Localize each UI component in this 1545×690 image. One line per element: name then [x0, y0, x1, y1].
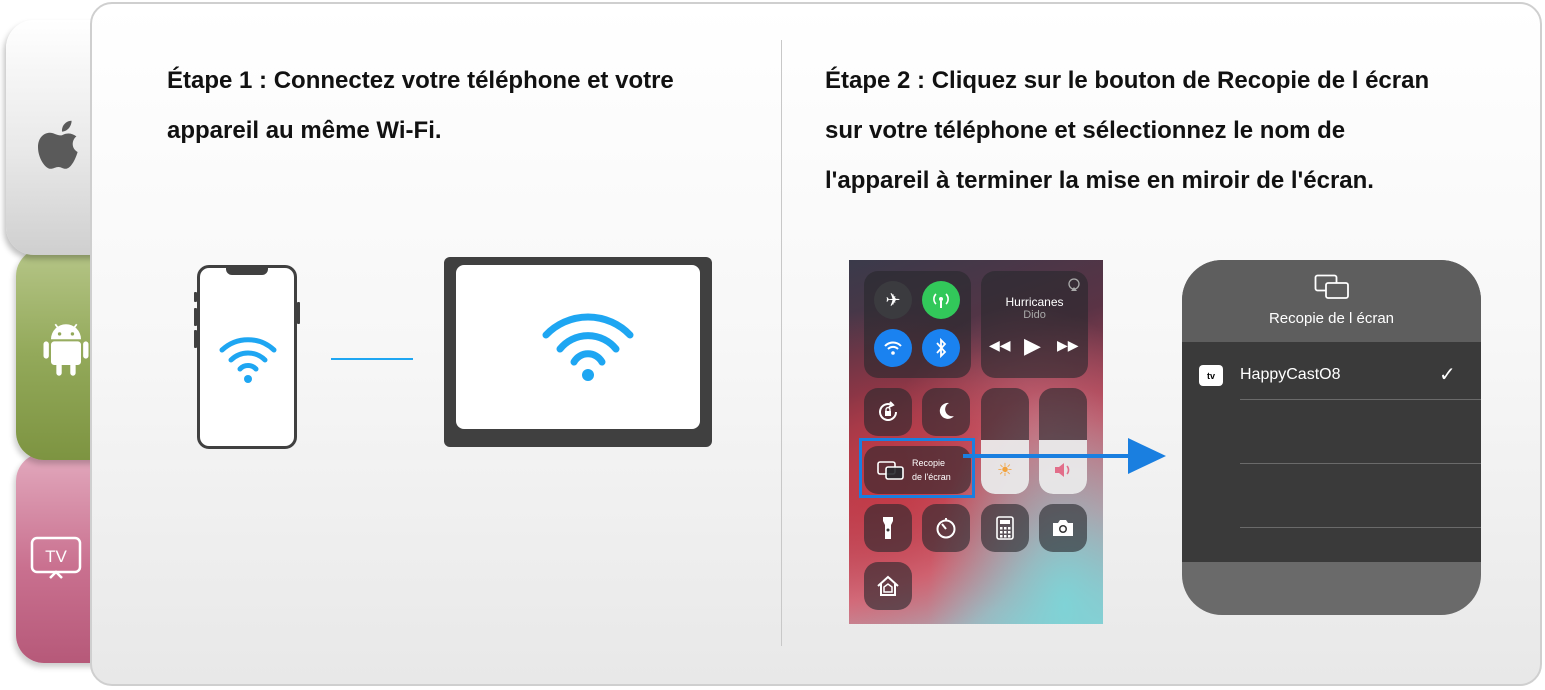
airplane-mode-icon[interactable]: ✈: [874, 281, 912, 319]
song-title: Hurricanes: [1005, 295, 1064, 309]
connection-line: [331, 358, 413, 360]
fast-forward-icon[interactable]: ▶▶: [1057, 337, 1079, 354]
home-icon: [877, 575, 899, 596]
phone-side-button: [194, 292, 197, 302]
tv-icon-label: TV: [45, 547, 67, 566]
song-artist: Dido: [1023, 309, 1046, 321]
volume-slider[interactable]: [1039, 388, 1087, 494]
device-row-happycast[interactable]: tv HappyCastO8 ✓: [1182, 342, 1481, 400]
column-divider: [781, 40, 782, 646]
step1-line2: appareil au même Wi-Fi.: [167, 117, 442, 144]
rotation-lock-button[interactable]: [864, 388, 912, 436]
list-separator: [1240, 527, 1481, 528]
tv-icon: TV: [30, 536, 82, 579]
moon-icon: [939, 402, 954, 419]
sun-icon: ☀: [996, 460, 1014, 480]
camera-button[interactable]: [1039, 504, 1087, 552]
camera-icon: [1053, 520, 1073, 536]
device-list: tv HappyCastO8 ✓: [1182, 342, 1481, 562]
timer-icon: [936, 518, 956, 539]
phone-side-button: [297, 302, 300, 324]
home-button[interactable]: [864, 562, 912, 610]
dialog-header: Recopie de l écran: [1182, 260, 1481, 342]
rotation-lock-icon: [879, 401, 897, 421]
do-not-disturb-button[interactable]: [922, 388, 970, 436]
screen-mirroring-highlight: [859, 438, 975, 498]
step1-line1: Étape 1 : Connectez votre téléphone et v…: [167, 67, 674, 94]
rewind-icon[interactable]: ◀◀: [989, 337, 1011, 354]
dialog-title: Recopie de l écran: [1268, 310, 1395, 327]
arrow-right-icon: [1128, 438, 1166, 474]
arrow-line: [963, 454, 1135, 458]
play-icon[interactable]: ▶: [1024, 333, 1041, 359]
tablet-illustration: [444, 257, 712, 447]
tablet-screen: [456, 265, 700, 429]
timer-button[interactable]: [922, 504, 970, 552]
step2-line2: sur votre téléphone et sélectionnez le n…: [825, 117, 1346, 144]
wifi-toggle-icon[interactable]: [874, 329, 912, 367]
phone-side-button: [194, 308, 197, 326]
empty-device-row: [1182, 464, 1481, 527]
screen-mirroring-icon: [1314, 274, 1349, 299]
flashlight-icon: [883, 517, 893, 539]
phone-illustration: [194, 265, 300, 449]
calculator-button[interactable]: [981, 504, 1029, 552]
flashlight-button[interactable]: [864, 504, 912, 552]
device-name: HappyCastO8: [1240, 366, 1341, 383]
bluetooth-icon[interactable]: [922, 329, 960, 367]
wifi-icon: [542, 313, 634, 381]
empty-device-row: [1182, 400, 1481, 463]
step2-instructions: Étape 2 : Cliquez sur le bouton de Recop…: [825, 56, 1530, 206]
checkmark-icon: ✓: [1439, 364, 1456, 386]
phone-notch: [226, 267, 268, 275]
brightness-slider[interactable]: ☀: [981, 388, 1029, 494]
music-module: Hurricanes Dido ◀◀ ▶ ▶▶: [981, 271, 1088, 378]
step2-line1: Étape 2 : Cliquez sur le bouton de Recop…: [825, 67, 1430, 94]
apple-tv-badge-label: tv: [1206, 370, 1215, 381]
apple-tv-icon: tv: [1199, 365, 1223, 386]
step1-instructions: Étape 1 : Connectez votre téléphone et v…: [167, 56, 767, 156]
speaker-icon: [1055, 463, 1070, 477]
cellular-data-icon[interactable]: [922, 281, 960, 319]
wifi-icon: [219, 337, 277, 383]
phone-side-button: [194, 330, 197, 348]
android-icon: [43, 323, 89, 376]
airplay-icon[interactable]: [1067, 278, 1081, 292]
connectivity-module: ✈: [864, 271, 971, 378]
apple-icon: [38, 120, 78, 169]
screen-mirroring-dialog: Recopie de l écran tv HappyCastO8 ✓: [1182, 260, 1481, 615]
step2-line3: l'appareil à terminer la mise en miroir …: [825, 167, 1374, 194]
calculator-icon: [996, 516, 1014, 540]
